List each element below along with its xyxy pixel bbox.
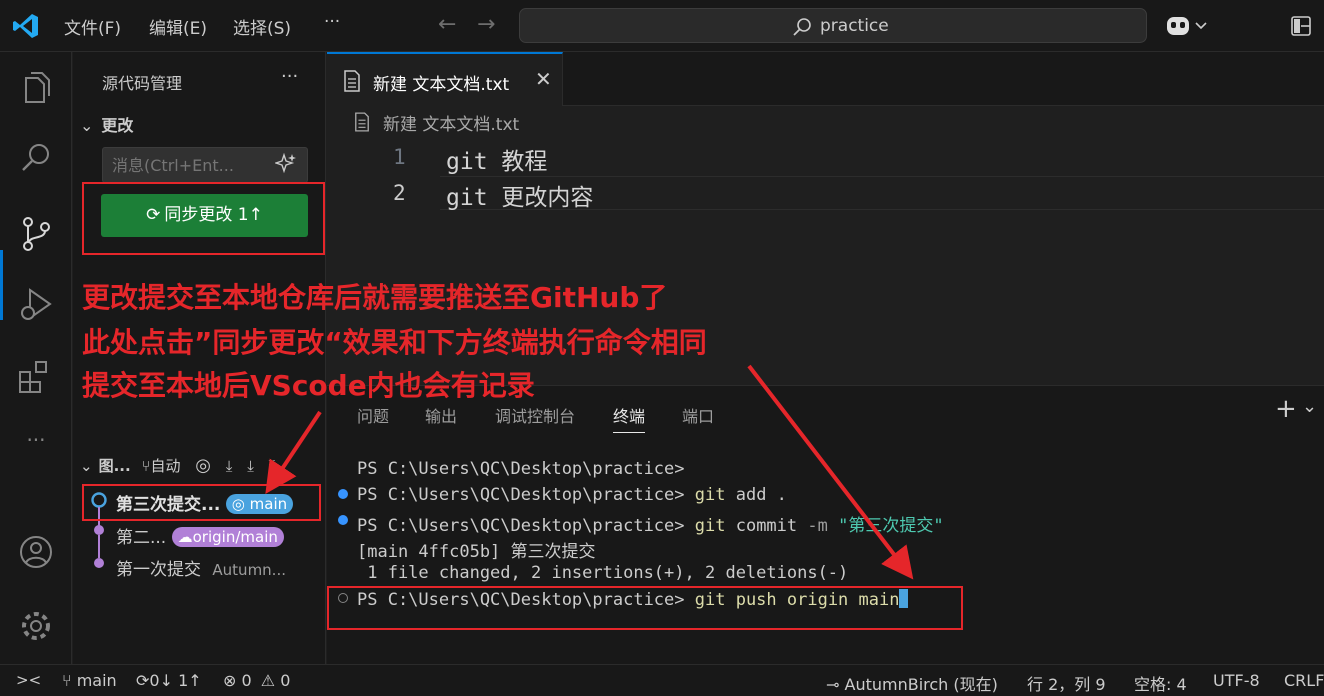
encoding-status[interactable]: UTF-8: [1213, 671, 1260, 690]
file-text-icon: [344, 70, 360, 92]
error-icon: ⊗: [223, 671, 237, 690]
push-icon[interactable]: ⤒: [269, 457, 276, 475]
search-icon: [793, 18, 811, 36]
search-text: practice: [820, 16, 889, 36]
indentation-status[interactable]: 空格: 4: [1134, 671, 1187, 695]
code-line[interactable]: git 更改内容: [446, 178, 593, 212]
active-indicator: [0, 250, 3, 320]
terminal-line: PS C:\Users\QC\Desktop\practice> git com…: [357, 516, 944, 536]
more-icon[interactable]: ···: [14, 428, 58, 472]
highlight-box-push-command: [327, 586, 963, 630]
explorer-icon[interactable]: [14, 66, 58, 110]
sync-icon: ⟳: [136, 671, 150, 690]
terminal-line: PS C:\Users\QC\Desktop\practice> git add…: [357, 485, 787, 505]
target-icon[interactable]: ◎: [195, 455, 211, 476]
command-success-dot: [338, 489, 348, 499]
remote-icon[interactable]: ><: [16, 671, 41, 689]
add-terminal-button[interactable]: +: [1275, 394, 1297, 424]
close-icon[interactable]: ✕: [535, 67, 552, 91]
source-control-icon[interactable]: [14, 212, 58, 256]
branch-icon: ⑂: [62, 671, 72, 690]
sidebar-more-button[interactable]: ···: [281, 66, 298, 87]
line-number: 2: [393, 181, 406, 205]
layout-toggle-icon[interactable]: [1290, 15, 1312, 37]
graph-label: 图...: [98, 457, 131, 475]
git-blame-status[interactable]: ⊸ AutumnBirch (现在): [826, 671, 998, 695]
changes-section-header[interactable]: ⌄ 更改: [80, 112, 133, 136]
sidebar-title: 源代码管理: [102, 74, 183, 93]
tab-problems[interactable]: 问题: [357, 403, 389, 427]
terminal-line: [main 4ffc05b] 第三次提交: [357, 542, 596, 562]
copilot-icon[interactable]: [1166, 13, 1210, 39]
commit-author: Autumn...: [212, 561, 286, 579]
tab-output[interactable]: 输出: [425, 403, 457, 427]
problems-status[interactable]: ⊗ 0 ⚠ 0: [223, 671, 290, 690]
tab-terminal[interactable]: 终端: [613, 403, 646, 433]
terminal-line: 1 file changed, 2 insertions(+), 2 delet…: [357, 563, 849, 583]
graph-section-header[interactable]: ⌄ 图... ⑂自动 ◎ ⤓ ⤓ ⤒: [80, 455, 275, 476]
account-icon[interactable]: [14, 530, 58, 574]
sparkle-icon[interactable]: [275, 152, 297, 174]
changes-section-label: 更改: [101, 116, 134, 135]
command-success-dot: [338, 515, 348, 525]
editor-tab-bar: 新建 文本文档.txt ✕: [327, 52, 1324, 106]
menu-selection[interactable]: 选择(S): [233, 14, 291, 39]
pull-icon[interactable]: ⤓: [247, 457, 254, 475]
graph-commit-row[interactable]: 第二... ☁origin/main: [116, 523, 284, 548]
fetch-icon[interactable]: ⤓: [226, 457, 233, 475]
branch-status[interactable]: ⑂ main: [62, 671, 117, 690]
editor-tab[interactable]: 新建 文本文档.txt ✕: [327, 52, 563, 106]
graph-commit-row[interactable]: 第一次提交 Autumn...: [116, 555, 286, 580]
breadcrumb[interactable]: 新建 文本文档.txt: [383, 110, 519, 135]
status-bar: >< ⑂ main ⟳0↓ 1↑ ⊗ 0 ⚠ 0 ⊸ AutumnBirch (…: [0, 664, 1324, 696]
code-line[interactable]: git 教程: [446, 142, 547, 176]
graph-auto-label[interactable]: 自动: [150, 457, 180, 475]
highlight-box-latest-commit: [82, 484, 321, 521]
back-button[interactable]: ←: [438, 12, 456, 37]
title-bar: 文件(F) 编辑(E) 选择(S) ··· ← → practice: [0, 0, 1324, 52]
chevron-down-icon[interactable]: ⌄: [1302, 396, 1317, 417]
settings-icon[interactable]: [14, 604, 58, 648]
tab-label: 新建 文本文档.txt: [373, 75, 510, 95]
forward-button[interactable]: →: [477, 12, 495, 37]
extensions-icon[interactable]: [14, 354, 58, 398]
commit-icon: ⊸: [826, 675, 840, 694]
tab-ports[interactable]: 端口: [682, 403, 714, 427]
highlight-box-sync-button: [82, 182, 325, 255]
chevron-down-icon: ⌄: [80, 457, 93, 475]
commit-title: 第一次提交: [116, 560, 201, 580]
search-icon[interactable]: [14, 136, 58, 180]
run-debug-icon[interactable]: [14, 282, 58, 326]
activity-bar: ···: [0, 52, 72, 664]
chevron-down-icon: ⌄: [80, 116, 94, 135]
eol-status[interactable]: CRLF: [1284, 671, 1324, 690]
sync-status[interactable]: ⟳0↓ 1↑: [136, 671, 202, 690]
annotation-text: 此处点击”同步更改“效果和下方终端执行命令相同: [82, 326, 707, 359]
annotation-text: 更改提交至本地仓库后就需要推送至GitHub了: [82, 281, 668, 314]
cursor-position[interactable]: 行 2，列 9: [1027, 671, 1106, 695]
line-number: 1: [393, 145, 406, 169]
command-center-search[interactable]: practice: [519, 8, 1147, 43]
menu-more-button[interactable]: ···: [324, 12, 340, 32]
annotation-text: 提交至本地后VScode内也会有记录: [82, 369, 535, 402]
file-text-icon: [355, 112, 369, 132]
terminal-line: PS C:\Users\QC\Desktop\practice>: [357, 459, 685, 479]
menu-edit[interactable]: 编辑(E): [149, 14, 207, 39]
commit-title: 第二...: [116, 528, 167, 548]
tab-debug-console[interactable]: 调试控制台: [495, 403, 575, 427]
branch-badge-origin-main: ☁origin/main: [171, 527, 284, 547]
warning-icon: ⚠: [260, 671, 276, 690]
vscode-logo-icon: [13, 14, 38, 38]
menu-file[interactable]: 文件(F): [64, 14, 121, 39]
